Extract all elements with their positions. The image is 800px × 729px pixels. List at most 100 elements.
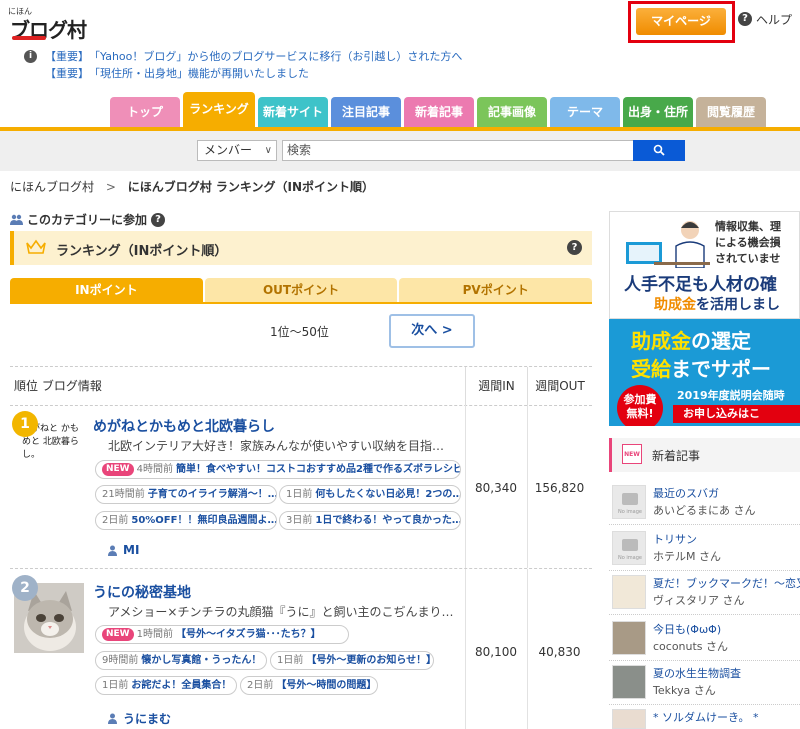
rank-badge: 1 (12, 411, 38, 437)
recent-post[interactable]: 3日前 1日で終わる！やって良かった… (279, 511, 461, 530)
recent-post[interactable]: NEW 1時間前 【号外〜イタズラ猫･･･たち？】 (95, 625, 349, 644)
article-title[interactable]: 夏の水生生物調査 (653, 665, 741, 681)
new-badge: NEW (102, 628, 134, 641)
tab-featured[interactable]: 注目記事 (331, 97, 401, 128)
tab-history[interactable]: 閲覧履歴 (696, 97, 766, 128)
search-bar: メンバー ∨ 検索 (0, 131, 800, 171)
tab-out-points[interactable]: OUTポイント (204, 278, 398, 303)
tab-ranking[interactable]: ランキング (183, 92, 255, 128)
recent-post[interactable]: 9時間前 懐かし写真館・うったん！ (95, 651, 267, 670)
blog-title[interactable]: めがねとかもめと北欧暮らし (93, 416, 275, 436)
article-title[interactable]: * ソルダムけーき。 * (653, 709, 758, 725)
no-image-thumbnail: No image (612, 531, 646, 565)
article-author: ヴィスタリア さん (653, 594, 745, 607)
recent-post[interactable]: 1日前 何もしたくない日必見！2つの… (279, 485, 461, 504)
post-time: 21時間前 (102, 489, 145, 500)
mypage-button[interactable]: マイページ (636, 8, 726, 35)
weekly-out-value: 40,830 (538, 645, 581, 659)
post-time: 9時間前 (102, 655, 139, 666)
worker-illustration (626, 221, 710, 268)
ad-free-badge: 参加費 無料! (617, 385, 663, 426)
article-thumbnail (612, 621, 646, 655)
ad-subheadline: 助成金を活用しまし (654, 297, 780, 313)
post-time: 4時間前 (136, 464, 173, 475)
notice-tag: 【重要】 (45, 67, 89, 80)
tab-hometown[interactable]: 出身・住所 (623, 97, 693, 128)
ad-blue-line-1: 助成金の選定 (631, 329, 751, 353)
notices: i 【重要】 「Yahoo！ブログ」から他のブログサービスに移行（お引越し）され… (24, 48, 724, 82)
article-thumbnail (612, 665, 646, 699)
post-title: 子育てのイライラ解消〜！… (147, 489, 277, 500)
notice-text[interactable]: 「現住所・出身地」機能が再開いたしました (89, 65, 309, 82)
breadcrumb-home[interactable]: にほんブログ村 (10, 180, 94, 194)
article-title[interactable]: 最近のスバガ (653, 485, 719, 501)
post-title: 50%OFF！！無印良品週間よ… (131, 515, 277, 526)
tab-new-articles[interactable]: 新着記事 (404, 97, 474, 128)
help-link[interactable]: ? ヘルプ (738, 10, 792, 28)
weekly-in-value: 80,100 (475, 645, 517, 659)
tab-top[interactable]: トップ (110, 97, 180, 128)
rank-range: 1位〜50位 (270, 325, 329, 339)
search-button[interactable] (633, 140, 685, 161)
post-time: 2日前 (102, 515, 129, 526)
sort-tabs-underline (10, 302, 592, 304)
new-articles-header: NEW 新着記事 (609, 438, 800, 472)
search-type-value: メンバー (204, 143, 253, 157)
article-title[interactable]: 夏だ！ブックマークだ！〜恋又… (653, 575, 800, 591)
question-icon[interactable]: ? (567, 240, 582, 255)
main-nav: トップ ランキング 新着サイト 注目記事 新着記事 記事画像 テーマ 出身・住所… (110, 92, 766, 128)
image-placeholder-icon (622, 539, 638, 551)
ad-text: による機会損 (715, 236, 781, 249)
notice-text[interactable]: 「Yahoo！ブログ」から他のブログサービスに移行（お引越し）された方へ (89, 48, 462, 65)
tab-pv-points[interactable]: PVポイント (399, 278, 593, 303)
advertisement-banner[interactable]: 情報収集、理 による機会損 されていませ 人手不足も人材の確 助成金を活用しまし… (609, 211, 800, 426)
blog-author[interactable]: MI (108, 543, 139, 557)
article-thumbnail (612, 709, 646, 729)
list-item[interactable]: No image 最近のスバガ あいどるまにあ さん (609, 482, 800, 524)
tab-theme[interactable]: テーマ (550, 97, 620, 128)
notice-item[interactable]: 【重要】 「現住所・出身地」機能が再開いたしました (24, 65, 724, 82)
question-icon[interactable]: ? (151, 212, 166, 227)
post-title: 何もしたくない日必見！2つの… (315, 489, 461, 500)
recent-post[interactable]: 21時間前 子育てのイライラ解消〜！… (95, 485, 277, 504)
ad-event-text: 2019年度説明会随時 (677, 389, 785, 402)
join-category-link[interactable]: このカテゴリーに参加 ? (10, 211, 166, 228)
user-icon (108, 545, 117, 556)
header: にほん ブログ村 マイページ ? ヘルプ (0, 0, 800, 46)
breadcrumb-separator: > (105, 180, 116, 194)
list-item[interactable]: No image トリサン ホテルM さん (609, 528, 800, 570)
notice-item[interactable]: i 【重要】 「Yahoo！ブログ」から他のブログサービスに移行（お引越し）され… (24, 48, 724, 65)
search-type-select[interactable]: メンバー ∨ (197, 140, 277, 161)
post-title: お詫だよ！全員集合！ (131, 680, 232, 691)
post-time: 1日前 (277, 655, 304, 666)
blog-title[interactable]: うにの秘密基地 (93, 582, 191, 602)
site-logo[interactable]: にほん ブログ村 (6, 6, 87, 42)
recent-post[interactable]: 1日前 お詫だよ！全員集合！ (95, 676, 237, 695)
search-icon (653, 144, 665, 156)
list-item[interactable]: 今日も(ΦωΦ) coconuts さん (609, 618, 800, 660)
recent-post[interactable]: 1日前 【号外〜更新のお知らせ！】 (270, 651, 434, 670)
info-icon: i (24, 50, 37, 63)
post-title: 【号外〜時間の問題】 (276, 680, 377, 691)
new-badge: NEW (102, 463, 134, 476)
list-item[interactable]: 夏の水生生物調査 Tekkya さん (609, 662, 800, 704)
breadcrumb-current: にほんブログ村 ランキング（INポイント順） (127, 180, 375, 194)
next-page-button[interactable]: 次へ > (389, 314, 475, 348)
tab-in-points[interactable]: INポイント (10, 278, 203, 303)
list-item[interactable]: * ソルダムけーき。 * (609, 706, 800, 729)
tab-new-sites[interactable]: 新着サイト (258, 97, 328, 128)
article-title[interactable]: 今日も(ΦωΦ) (653, 621, 721, 637)
blog-author[interactable]: うにまむ (108, 710, 171, 727)
post-time: 1日前 (286, 489, 313, 500)
recent-post[interactable]: 2日前 【号外〜時間の問題】 (240, 676, 378, 695)
recent-post[interactable]: NEW 4時間前 簡単！食べやすい！コストコおすすめ品2種で作るズボラレシピ (95, 460, 461, 479)
blog-description: アメショー×チンチラの丸顔猫『うに』と飼い主のこぢんまり… (108, 605, 454, 619)
ad-text: されていませ (715, 252, 781, 265)
list-item[interactable]: 夏だ！ブックマークだ！〜恋又… ヴィスタリア さん (609, 572, 800, 614)
recent-post[interactable]: 2日前 50%OFF！！無印良品週間よ… (95, 511, 277, 530)
tab-article-images[interactable]: 記事画像 (477, 97, 547, 128)
ad-blue-line-2: 受給までサポー (631, 357, 771, 381)
search-input[interactable]: 検索 (282, 140, 634, 161)
article-title[interactable]: トリサン (653, 531, 697, 547)
ad-text: 情報収集、理 (715, 220, 781, 233)
